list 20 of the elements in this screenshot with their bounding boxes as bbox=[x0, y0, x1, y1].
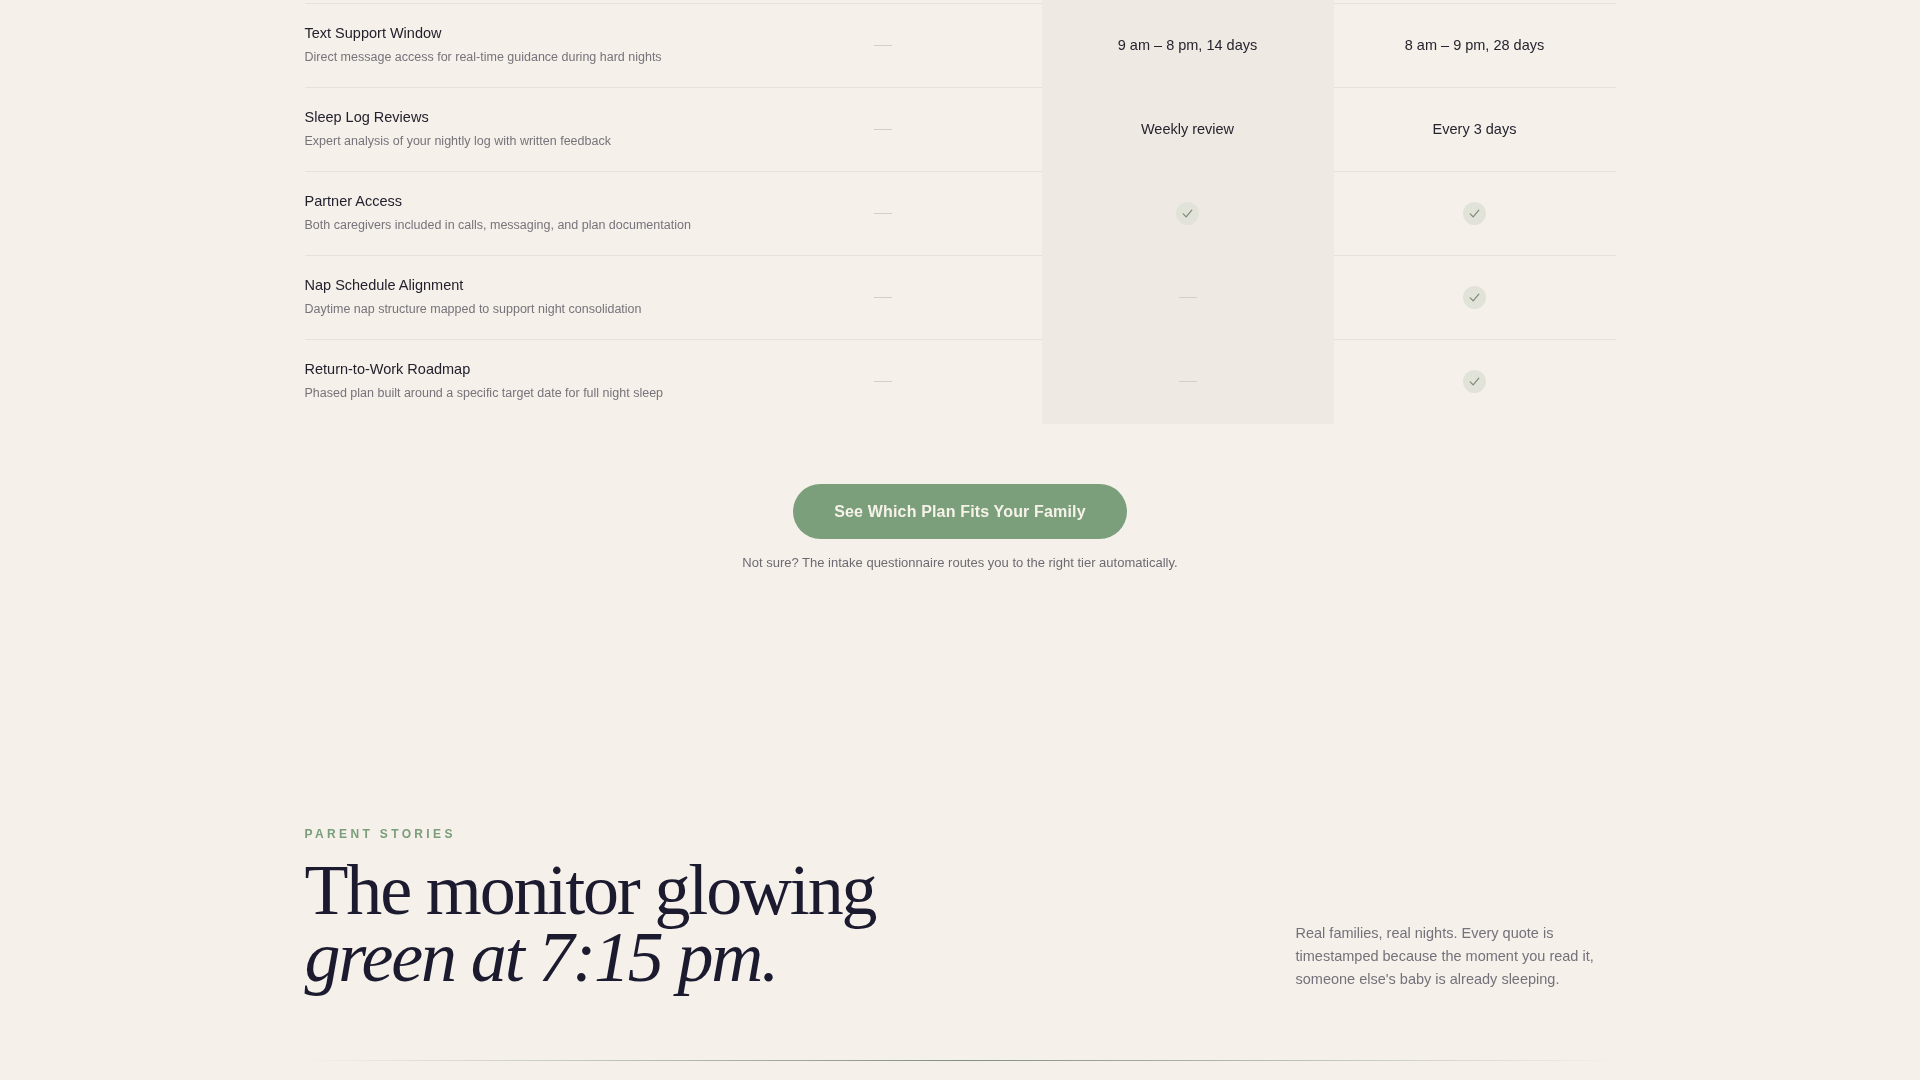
feature-title: Text Support Window bbox=[304, 24, 443, 43]
feature-description: Direct message access for real-time guidance during hard nights bbox=[304, 49, 663, 66]
section-eyebrow: PARENT STORIES bbox=[304, 826, 457, 842]
feature-title: Partner Access bbox=[304, 192, 403, 211]
intro-paragraph: Real families, real nights. Every quote is timestamped because the moment you read it, someone else's baby is already sleeping. bbox=[1295, 923, 1595, 989]
feature-description: Daytime nap structure mapped to support night consolidation bbox=[304, 301, 643, 318]
table-cell: 9 am – 8 pm, 14 days bbox=[1041, 0, 1334, 88]
table-cell: Every 3 days bbox=[1333, 88, 1616, 172]
feature-description: Expert analysis of your nightly log with written feedback bbox=[304, 133, 612, 150]
table-cell: Weekly review bbox=[1041, 88, 1334, 172]
feature-description: Phased plan built around a specific target date for full night sleep bbox=[304, 385, 665, 402]
helper-note: Not sure? The intake questionnaire routes you to the right tier automatically. bbox=[742, 554, 1178, 572]
feature-title: Sleep Log Reviews bbox=[304, 108, 430, 127]
section-heading: The monitor glowing green at 7:15 pm. bbox=[303, 849, 877, 999]
feature-title: Return-to-Work Roadmap bbox=[304, 360, 472, 379]
feature-title: Nap Schedule Alignment bbox=[304, 276, 465, 295]
feature-description: Both caregivers included in calls, messaging, and plan documentation bbox=[304, 217, 692, 234]
table-cell: 8 am – 9 pm, 28 days bbox=[1333, 3, 1616, 88]
check-icon bbox=[1176, 202, 1199, 225]
cta-button[interactable]: See Which Plan Fits Your Family bbox=[793, 484, 1127, 539]
